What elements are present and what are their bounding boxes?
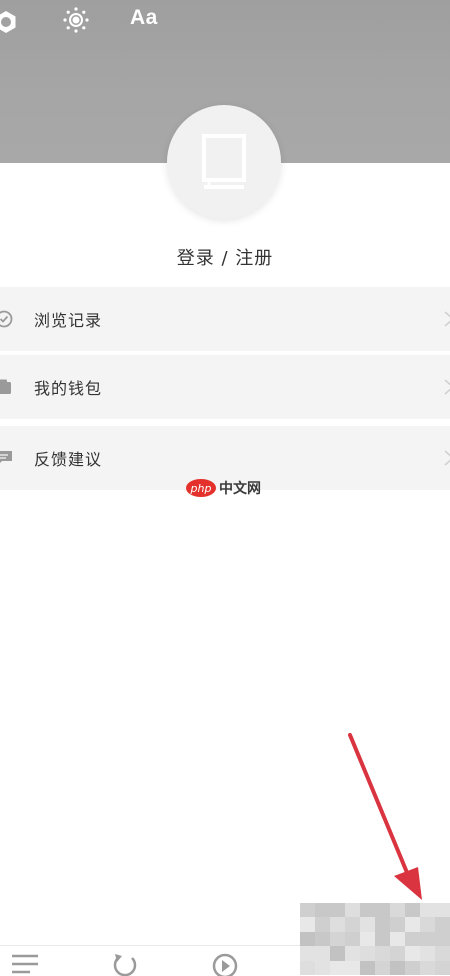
refresh-icon[interactable] xyxy=(110,952,140,976)
watermark-text: 中文网 xyxy=(219,481,261,497)
pixelated-region xyxy=(300,903,450,975)
chevron-right-icon xyxy=(444,450,450,466)
menu-item-label: 反馈建议 xyxy=(34,450,103,469)
menu-item-history[interactable]: 浏览记录 xyxy=(0,287,450,351)
menu-item-wallet[interactable]: 我的钱包 xyxy=(0,355,450,419)
play-icon[interactable] xyxy=(210,952,240,976)
menu-icon[interactable] xyxy=(10,952,40,976)
wallet-icon xyxy=(0,379,11,394)
feedback-icon xyxy=(0,451,12,463)
book-icon xyxy=(202,134,246,189)
login-register-link[interactable]: 登录 / 注册 xyxy=(0,244,450,270)
brightness-icon[interactable] xyxy=(62,6,90,34)
watermark: php 中文网 xyxy=(186,478,261,498)
history-clock-icon xyxy=(0,310,13,328)
chevron-right-icon xyxy=(444,311,450,327)
settings-icon[interactable] xyxy=(0,8,20,36)
font-size-button[interactable]: Aa xyxy=(130,6,158,30)
menu-item-label: 我的钱包 xyxy=(34,379,103,398)
svg-text:php: php xyxy=(190,482,212,495)
annotation-arrow-icon xyxy=(348,733,422,900)
php-logo-icon: php xyxy=(186,479,216,497)
chevron-right-icon xyxy=(444,379,450,395)
tabbar-divider xyxy=(0,945,300,946)
menu-item-label: 浏览记录 xyxy=(34,311,103,330)
avatar[interactable] xyxy=(167,105,281,219)
